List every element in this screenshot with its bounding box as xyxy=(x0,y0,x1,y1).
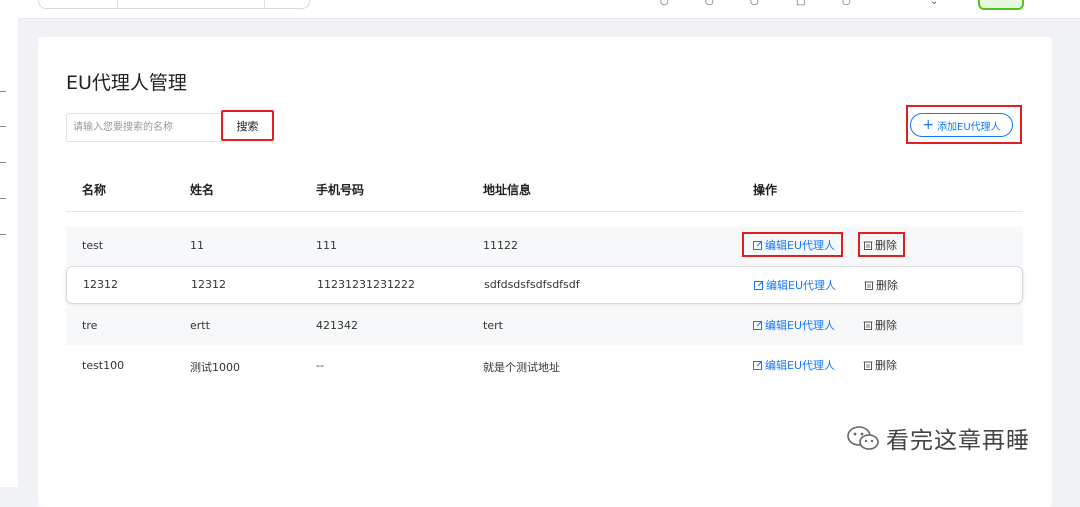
delete-button[interactable]: 删除 xyxy=(864,277,898,293)
cell-name: test100 xyxy=(82,359,125,372)
edit-label: 编辑EU代理人 xyxy=(765,319,836,332)
cell-name: tre xyxy=(82,319,98,332)
delete-label: 删除 xyxy=(876,279,898,292)
table-row: 12312 12312 11231231231222 sdfdsdsfsdfsd… xyxy=(66,266,1023,304)
trash-icon xyxy=(863,321,873,330)
edit-label: 编辑EU代理人 xyxy=(765,359,836,372)
sidebar-tick[interactable] xyxy=(0,91,6,92)
message-icon[interactable]: ○ xyxy=(705,0,714,7)
help-icon[interactable]: ○ xyxy=(750,0,759,7)
edit-button[interactable]: 编辑EU代理人 xyxy=(753,317,835,333)
chevron-down-icon[interactable]: ⌄ xyxy=(930,0,938,7)
cell-fullname: 11 xyxy=(190,239,204,252)
edit-button[interactable]: 编辑EU代理人 xyxy=(753,357,835,373)
status-badge[interactable] xyxy=(978,0,1024,10)
cell-phone: 421342 xyxy=(316,319,358,332)
column-header-operations: 操作 xyxy=(753,183,778,197)
column-header-name: 名称 xyxy=(82,183,107,197)
cell-address: tert xyxy=(483,319,503,332)
sidebar-tick[interactable] xyxy=(0,234,6,235)
add-button-label: 添加EU代理人 xyxy=(937,121,1001,133)
search-button[interactable]: 搜索 xyxy=(221,110,274,141)
edit-button[interactable]: 编辑EU代理人 xyxy=(754,277,836,293)
bell-icon[interactable]: ○ xyxy=(660,0,669,7)
cell-address: 就是个测试地址 xyxy=(483,361,560,374)
search-field[interactable] xyxy=(66,113,224,142)
trash-icon xyxy=(864,281,874,290)
divider xyxy=(117,0,118,8)
top-header-bar: ⚲ ○ ○ ○ □ ○ ⌄ xyxy=(0,0,1080,19)
cell-name: 12312 xyxy=(83,278,118,291)
cell-phone: -- xyxy=(316,359,324,372)
sidebar-tick[interactable] xyxy=(0,198,6,199)
cell-phone: 111 xyxy=(316,239,337,252)
edit-icon xyxy=(753,360,763,370)
highlight-box xyxy=(858,232,905,257)
trash-icon xyxy=(863,361,873,370)
search-input[interactable] xyxy=(67,114,213,141)
edit-icon xyxy=(753,320,763,330)
delete-button[interactable]: 删除 xyxy=(863,357,897,373)
plus-icon: + xyxy=(922,117,935,133)
wechat-icon xyxy=(847,426,879,450)
watermark-text: 看完这章再睡 xyxy=(886,428,1030,454)
cell-fullname: 12312 xyxy=(191,278,226,291)
cell-name: test xyxy=(82,239,104,252)
column-header-phone: 手机号码 xyxy=(316,183,365,197)
sidebar-tick[interactable] xyxy=(0,126,6,127)
edit-icon xyxy=(754,280,764,290)
highlight-box xyxy=(742,232,843,257)
divider xyxy=(66,211,1023,212)
user-icon[interactable]: ○ xyxy=(842,0,851,7)
table-row: tre ertt 421342 tert 编辑EU代理人 删除 xyxy=(66,307,1023,345)
edit-label: 编辑EU代理人 xyxy=(766,279,837,292)
cell-address: sdfdsdsfsdfsdfsdf xyxy=(484,278,580,291)
column-header-address: 地址信息 xyxy=(483,183,532,197)
column-header-fullname: 姓名 xyxy=(190,183,215,197)
left-sidebar-rail xyxy=(0,18,19,487)
delete-label: 删除 xyxy=(875,359,897,372)
cell-fullname: ertt xyxy=(190,319,210,332)
divider xyxy=(264,0,265,8)
sidebar-tick[interactable] xyxy=(0,162,6,163)
top-search-box[interactable]: ⚲ xyxy=(38,0,310,9)
cell-address: 11122 xyxy=(483,239,518,252)
delete-label: 删除 xyxy=(875,319,897,332)
delete-button[interactable]: 删除 xyxy=(863,317,897,333)
watermark: 看完这章再睡 xyxy=(846,421,1030,455)
table-row: test100 测试1000 -- 就是个测试地址 编辑EU代理人 删除 xyxy=(66,347,1023,385)
document-icon[interactable]: □ xyxy=(796,0,805,7)
cell-phone: 11231231231222 xyxy=(317,278,415,291)
page-title: EU代理人管理 xyxy=(66,72,187,94)
add-eu-representative-button[interactable]: + 添加EU代理人 xyxy=(910,113,1013,137)
cell-fullname: 测试1000 xyxy=(190,361,240,374)
